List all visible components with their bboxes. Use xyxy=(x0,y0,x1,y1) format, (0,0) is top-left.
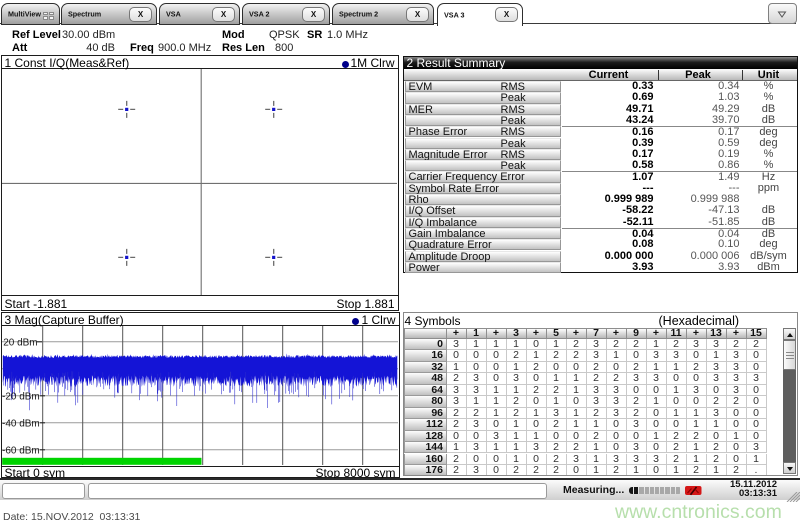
svg-text:-20 dBm: -20 dBm xyxy=(2,391,40,402)
svg-text:-40 dBm: -40 dBm xyxy=(2,418,40,429)
svg-text:20 dBm: 20 dBm xyxy=(3,337,37,348)
svg-text:-60 dBm: -60 dBm xyxy=(2,445,40,456)
